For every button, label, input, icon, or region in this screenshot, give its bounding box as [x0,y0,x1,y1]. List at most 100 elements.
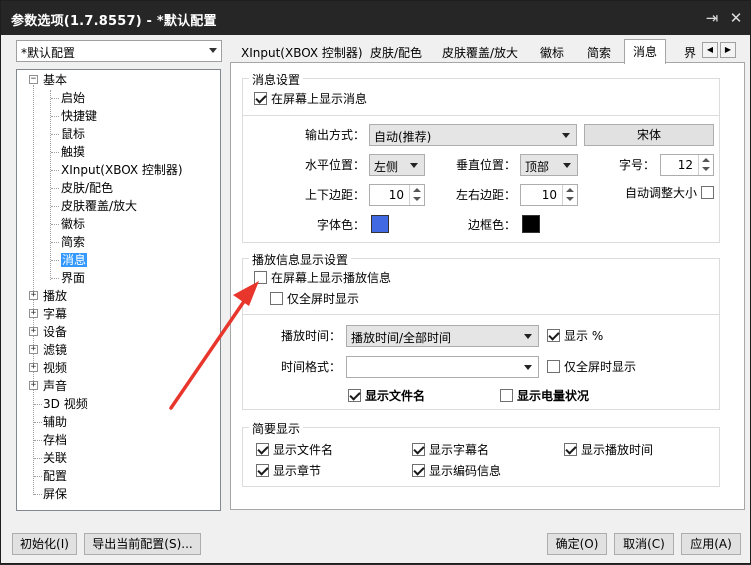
tree-item-category[interactable]: 滤镜 [43,341,67,359]
border-color-swatch[interactable] [522,215,540,233]
tab-message[interactable]: 消息 [624,39,667,64]
tree-item-category[interactable]: 播放 [43,287,67,305]
init-button[interactable]: 初始化(I) [12,533,77,555]
font-size-stepper[interactable]: 12 [660,154,714,176]
tree-branch-line [51,278,59,279]
checkbox-label: 显示文件名 [365,389,426,403]
tree-collapse-icon[interactable]: − [29,75,38,84]
tree-item-category[interactable]: 存档 [43,431,67,449]
checkbox-check-icon [564,443,577,456]
tree-item-label: 触摸 [61,145,86,159]
play-time-label: 播放时间： [281,329,342,343]
tab-skin-color[interactable]: 皮肤/配色 [370,43,422,63]
ok-button[interactable]: 确定(O) [547,533,607,555]
message-settings-panel: 消息设置 在屏幕上显示消息 输出方式： 自动(推荐) 宋体 水平位置： 左侧 垂… [230,62,745,510]
show-battery-checkbox[interactable]: 显示电量状况 [500,388,589,404]
playback-info-group: 播放信息显示设置 在屏幕上显示播放信息 仅全屏时显示 播放时间： 播放时间/全部… [242,251,720,410]
tree-item-category[interactable]: 关联 [43,449,67,467]
show-message-checkbox[interactable]: 在屏幕上显示消息 [254,91,367,107]
tree-item-category[interactable]: 3D 视频 [43,395,88,413]
hpos-select[interactable]: 左侧 [369,154,425,176]
tree-branch-line [51,206,59,207]
tree-item-basic-child[interactable]: 皮肤覆盖/放大 [61,197,137,215]
time-format-select[interactable] [346,356,539,378]
tab-logo[interactable]: 徽标 [540,43,564,63]
tree-item-label: 消息 [61,253,88,267]
brief-show-chapter-checkbox[interactable]: 显示章节 [256,463,321,479]
tab-xinput[interactable]: XInput(XBOX 控制器) [241,43,363,63]
brief-show-playtime-checkbox[interactable]: 显示播放时间 [564,442,653,458]
tab-scroll-right-icon[interactable]: ▶ [720,42,736,58]
tree-expand-icon[interactable]: + [29,327,38,336]
export-config-button[interactable]: 导出当前配置(S)... [84,533,201,555]
lr-margin-stepper[interactable]: 10 [520,184,578,206]
chevron-down-icon [209,48,217,53]
tree-item-basic-child[interactable]: 皮肤/配色 [61,179,113,197]
tree-expand-icon[interactable]: + [29,363,38,372]
fullscreen-only-checkbox[interactable]: 仅全屏时显示 [270,291,359,307]
tab-scroll-left-icon[interactable]: ◀ [702,42,718,58]
tree-branch-line [51,260,59,261]
tree-item-category[interactable]: 辅助 [43,413,67,431]
pin-icon[interactable]: ⇥ [701,7,723,29]
tree-item-category[interactable]: 设备 [43,323,67,341]
settings-tree[interactable]: − 基本 启始 快捷键 鼠标触摸 XInput(XBOX 控制器) 皮肤/配色皮肤覆盖/… [16,69,221,511]
tree-item-basic-child[interactable]: 消息 [61,251,88,269]
tree-item-basic-child[interactable]: 徽标 [61,215,85,233]
tree-item-basic-child[interactable]: 启始 [61,89,85,107]
font-button[interactable]: 宋体 [584,124,714,146]
tree-branch-line [34,458,42,459]
tree-item-basic[interactable]: 基本 [43,71,67,89]
tree-branch-line [51,116,59,117]
cancel-button[interactable]: 取消(C) [614,533,674,555]
font-color-swatch[interactable] [371,215,389,233]
tree-item-basic-child[interactable]: 触摸 [61,143,85,161]
tree-item-category[interactable]: 视频 [43,359,67,377]
tree-item-label: XInput(XBOX 控制器) [61,163,183,177]
tree-branch-line [34,476,42,477]
tree-item-category[interactable]: 配置 [43,467,67,485]
tab-interface[interactable]: 界 [684,43,696,63]
vpos-select[interactable]: 顶部 [520,154,578,176]
close-icon[interactable]: ✕ [725,7,747,29]
font-color-label: 字体色： [317,218,366,232]
brief-show-subtitle-checkbox[interactable]: 显示字幕名 [412,442,489,458]
tree-expand-icon[interactable]: + [29,381,38,390]
tree-item-basic-child[interactable]: 简索 [61,233,85,251]
fullscreen-only-2-checkbox[interactable]: 仅全屏时显示 [547,359,636,375]
stepper-buttons[interactable] [409,185,424,205]
tree-branch-line [51,170,59,171]
tree-item-category[interactable]: 屏保 [43,485,67,503]
tree-item-basic-child[interactable]: XInput(XBOX 控制器) [61,161,183,179]
show-play-info-checkbox[interactable]: 在屏幕上显示播放信息 [254,270,391,286]
apply-button[interactable]: 应用(A) [681,533,741,555]
tree-expand-icon[interactable]: + [29,309,38,318]
tb-margin-stepper[interactable]: 10 [369,184,425,206]
brief-show-codec-checkbox[interactable]: 显示编码信息 [412,463,501,479]
checkbox-check-icon [256,464,269,477]
tree-item-label: 皮肤/配色 [61,181,114,195]
brief-show-filename-checkbox[interactable]: 显示文件名 [256,442,333,458]
tree-item-basic-child[interactable]: 界面 [61,269,85,287]
tab-search[interactable]: 简索 [587,43,611,63]
tree-item-category[interactable]: 声音 [43,377,67,395]
stepper-buttons[interactable] [698,155,713,175]
tab-skin-overlay[interactable]: 皮肤覆盖/放大 [442,43,518,63]
tree-expand-icon[interactable]: + [29,291,38,300]
title-bar: 参数选项(1.7.8557) - *默认配置 ⇥ ✕ [1,1,750,35]
stepper-value: 10 [388,188,404,202]
auto-size-checkbox[interactable]: 自动调整大小 [625,185,715,201]
output-method-select[interactable]: 自动(推荐) [369,124,577,146]
tree-branch-line [51,134,59,135]
show-percent-checkbox[interactable]: 显示 % [547,328,603,344]
profile-select[interactable]: *默认配置 [16,40,222,62]
arrow-up-icon [566,188,574,192]
tb-margin-label: 上下边距： [305,188,366,202]
show-filename-checkbox[interactable]: 显示文件名 [348,388,425,404]
tree-item-category[interactable]: 字幕 [43,305,67,323]
tree-item-basic-child[interactable]: 快捷键 [61,107,97,125]
play-time-select[interactable]: 播放时间/全部时间 [346,325,539,347]
stepper-buttons[interactable] [562,185,577,205]
tree-expand-icon[interactable]: + [29,345,38,354]
tree-item-basic-child[interactable]: 鼠标 [61,125,85,143]
